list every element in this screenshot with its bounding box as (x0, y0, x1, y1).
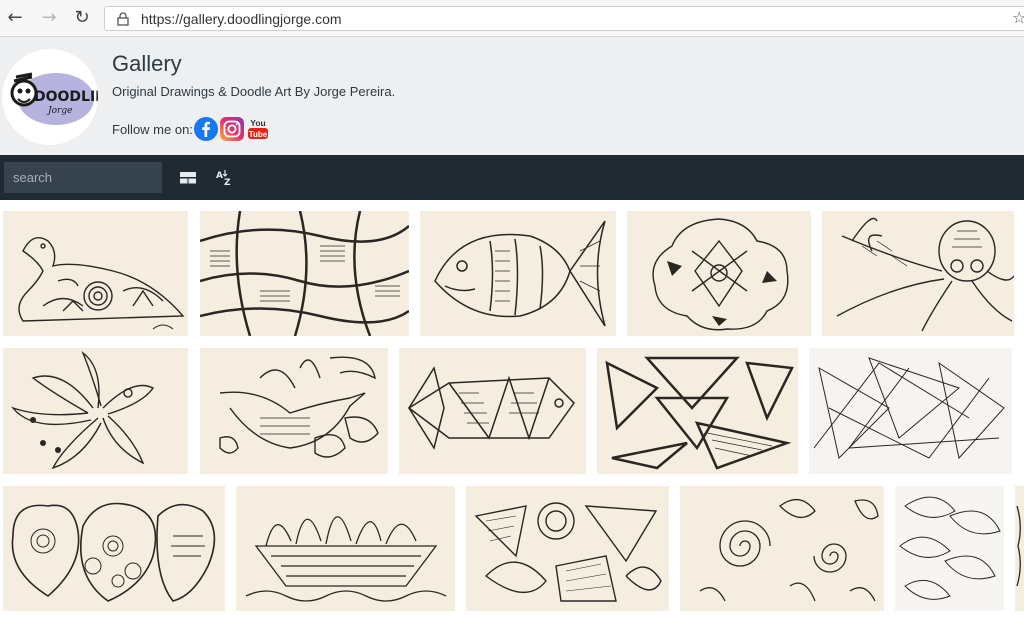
leaves-drawing (899, 496, 1001, 600)
boat-drawing (245, 516, 447, 602)
svg-text:Z: Z (224, 178, 231, 188)
triangles-drawing (605, 356, 794, 470)
page-title: Gallery (112, 51, 182, 76)
geometric-fish-drawing (407, 366, 575, 450)
gallery-toolbar: A Z (0, 155, 1024, 200)
back-arrow-icon[interactable]: ← (5, 8, 25, 28)
gallery-thumb-boat[interactable] (236, 486, 455, 611)
reload-icon[interactable]: ↻ (72, 8, 92, 28)
bird-drawing (219, 356, 379, 458)
star-icon[interactable]: ☆ (1012, 8, 1024, 27)
lock-icon (117, 12, 129, 26)
url-text[interactable]: https://gallery.doodlingjorge.com (141, 11, 342, 27)
gallery-thumb-geometric-fish[interactable] (399, 348, 586, 474)
fish-drawing (434, 220, 606, 327)
browser-bar: ← → ↻ https://gallery.doodlingjorge.com … (0, 0, 1024, 37)
instagram-icon[interactable] (220, 117, 244, 141)
gallery-grid (0, 200, 1024, 623)
gallery-thumb-flower[interactable] (627, 211, 811, 336)
page-header: DOODLING Jorge Gallery Original Drawings… (0, 37, 1024, 155)
youtube-label-top: You (250, 118, 265, 128)
svg-text:A: A (216, 171, 223, 181)
search-input[interactable] (4, 162, 162, 193)
duck-drawing (18, 237, 185, 330)
gallery-thumb-leaves[interactable] (895, 486, 1004, 611)
gallery-thumb-stone-pattern[interactable] (200, 211, 409, 336)
logo-text-top: DOODLING (34, 89, 98, 105)
youtube-icon[interactable]: You Tube (247, 117, 269, 141)
logo-text-bottom: Jorge (46, 106, 72, 116)
avatar[interactable]: DOODLING Jorge (2, 49, 98, 145)
partial-drawing (1016, 505, 1021, 587)
shapes-drawing (474, 502, 662, 602)
line-triangles-drawing (813, 357, 1005, 460)
follow-label: Follow me on: (112, 122, 193, 137)
grid-layout-icon[interactable] (178, 168, 198, 188)
bird-flower-drawing (10, 350, 155, 470)
gallery-thumb-hearts[interactable] (3, 486, 225, 611)
forward-arrow-icon[interactable]: → (39, 8, 59, 28)
gallery-thumb-bird[interactable] (200, 348, 388, 474)
gallery-thumb-partial[interactable] (1015, 486, 1024, 611)
hearts-drawing (11, 502, 216, 602)
sort-az-icon[interactable]: A Z (215, 168, 235, 188)
gallery-thumb-spirals[interactable] (680, 486, 884, 611)
gallery-thumb-octopus[interactable] (822, 211, 1014, 336)
flower-drawing (652, 218, 789, 331)
gallery-thumb-bird-flower[interactable] (3, 348, 188, 474)
stone-pattern-drawing (200, 211, 409, 336)
gallery-thumb-fish[interactable] (420, 211, 616, 336)
gallery-thumb-line-triangles[interactable] (809, 348, 1012, 474)
gallery-thumb-duck[interactable] (3, 211, 188, 336)
address-bar[interactable]: https://gallery.doodlingjorge.com (104, 6, 1024, 31)
gallery-thumb-triangles[interactable] (597, 348, 798, 474)
facebook-icon[interactable] (194, 117, 218, 141)
page-subtitle: Original Drawings & Doodle Art By Jorge … (112, 84, 396, 99)
spirals-drawing (699, 499, 879, 602)
octopus-drawing (836, 217, 1014, 332)
doodling-jorge-logo: DOODLING Jorge (10, 72, 98, 125)
gallery-thumb-shapes[interactable] (466, 486, 669, 611)
youtube-label-bottom: Tube (249, 130, 268, 139)
